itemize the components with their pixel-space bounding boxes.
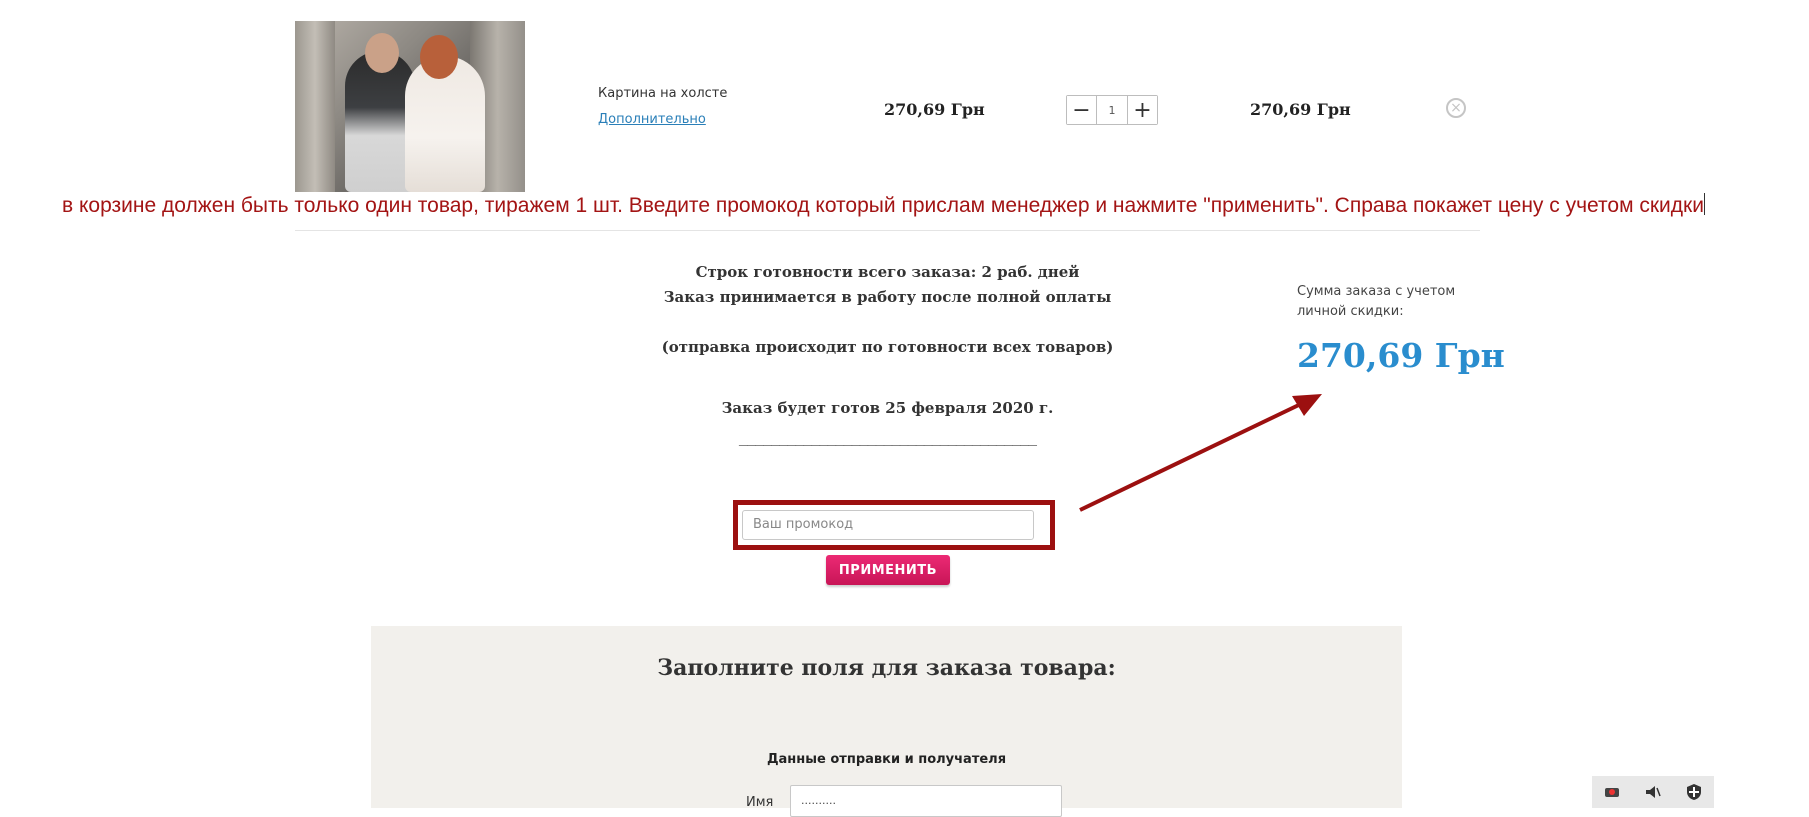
order-form-title: Заполните поля для заказа товара:: [657, 655, 1116, 681]
photo-column-left: [295, 21, 335, 192]
quantity-decrease-button[interactable]: −: [1067, 96, 1096, 124]
product-name: Картина на холсте: [598, 86, 728, 101]
shipping-recipient-heading: Данные отправки и получателя: [766, 752, 1007, 767]
cart-divider: [295, 230, 1480, 231]
promo-code-input[interactable]: Ваш промокод: [742, 510, 1034, 540]
quantity-stepper[interactable]: − 1 +: [1066, 95, 1158, 125]
text-caret: [1703, 193, 1705, 215]
order-form-section: [371, 626, 1402, 808]
security-shield-icon[interactable]: [1685, 783, 1703, 801]
system-tray: [1592, 776, 1714, 808]
shipping-notice-text: (отправка происходит по готовности всех …: [661, 338, 1114, 356]
name-field[interactable]: ..........: [790, 785, 1062, 817]
quantity-increase-button[interactable]: +: [1128, 96, 1157, 124]
product-unit-price: 270,69 Грн: [884, 100, 985, 119]
photo-groom-head: [365, 33, 399, 73]
product-more-link[interactable]: Дополнительно: [598, 112, 706, 127]
product-total-price: 270,69 Грн: [1250, 100, 1351, 119]
annotation-arrow-icon: [1079, 394, 1322, 512]
speaker-icon[interactable]: [1644, 783, 1662, 801]
instruction-annotation: в корзине должен быть только один товар,…: [62, 190, 1762, 221]
quantity-input[interactable]: 1: [1096, 96, 1128, 124]
photo-bride-head: [420, 35, 458, 79]
network-icon[interactable]: [1603, 783, 1621, 801]
product-photo[interactable]: [295, 21, 525, 192]
apply-promo-button[interactable]: ПРИМЕНИТЬ: [826, 555, 950, 585]
order-sum-label: Сумма заказа с учетом личной скидки:: [1297, 284, 1456, 319]
ready-time-text: Строк готовности всего заказа: 2 раб. дн…: [695, 263, 1080, 281]
payment-notice-text: Заказ принимается в работу после полной …: [663, 288, 1112, 306]
instruction-annotation-text: в корзине должен быть только один товар,…: [62, 194, 1704, 217]
remove-item-icon[interactable]: ×: [1446, 98, 1466, 118]
order-sum-value: 270,69 Грн: [1297, 336, 1505, 375]
